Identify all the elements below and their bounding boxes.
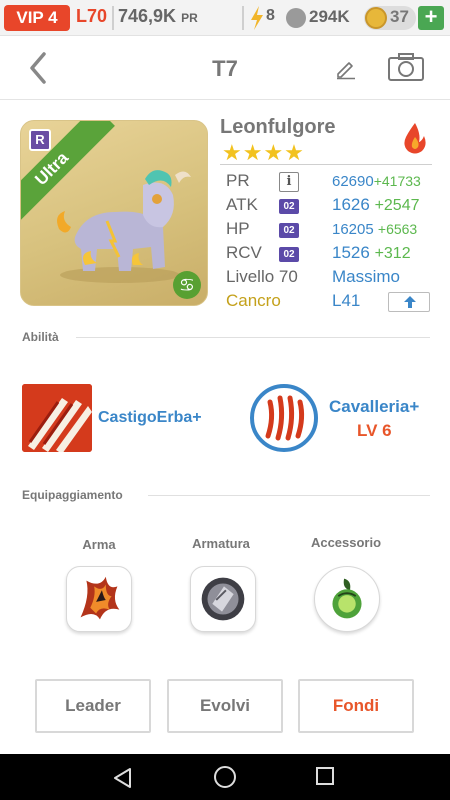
add-coins-button[interactable]: +	[418, 6, 444, 30]
accessory-slot[interactable]	[314, 566, 380, 632]
weapon-icon	[80, 576, 120, 620]
scratch-icon	[265, 395, 305, 441]
divider	[112, 6, 114, 30]
page-title: T7	[212, 56, 238, 81]
equip-label-weapon: Arma	[82, 537, 116, 552]
stat-badge: 02	[279, 199, 299, 214]
stat-label: HP	[226, 219, 250, 238]
player-level: L70	[76, 6, 108, 26]
skill-cavalleria-icon[interactable]	[250, 384, 318, 452]
food-icon	[286, 8, 306, 28]
info-icon[interactable]: i	[279, 172, 299, 192]
level-row: Livello 70 Massimo	[226, 267, 436, 291]
league-value: L41	[332, 291, 361, 310]
monster-image	[57, 170, 191, 283]
vip-badge[interactable]: VIP 4	[4, 5, 70, 31]
top-status-bar: VIP 4 L70 746,9K PR 8 294K 37 +	[0, 0, 450, 36]
nav-home-icon[interactable]	[214, 766, 236, 788]
stat-badge: 02	[279, 223, 299, 238]
stat-value: 1626 +2547	[332, 195, 420, 214]
equip-label-accessory: Accessorio	[310, 535, 382, 550]
skill-name[interactable]: Cavalleria+	[329, 397, 419, 417]
stat-row-rcv: RCV 02 1526 +312	[226, 243, 436, 267]
player-pr: 746,9K PR	[118, 6, 198, 26]
upgrade-arrow-icon	[404, 296, 416, 308]
fire-element-icon	[404, 123, 426, 154]
food-value: 294K	[309, 7, 350, 26]
armor-slot[interactable]	[190, 566, 256, 632]
claw-marks-icon	[22, 384, 92, 452]
zodiac-row: Cancro L41	[226, 291, 436, 315]
stat-badge: 02	[279, 247, 299, 262]
skill-castigo-erba-icon[interactable]	[22, 384, 92, 452]
divider	[220, 164, 432, 165]
weapon-slot[interactable]	[66, 566, 132, 632]
coin-value: 37	[390, 7, 409, 26]
accessory-icon	[332, 578, 362, 619]
nav-recent-icon[interactable]	[316, 767, 334, 785]
leader-button[interactable]: Leader	[35, 679, 151, 733]
edit-icon[interactable]	[334, 56, 358, 80]
divider	[148, 495, 430, 496]
monster-name: Leonfulgore	[220, 116, 336, 138]
section-label-equipment: Equipaggiamento	[22, 488, 123, 502]
stat-label: ATK	[226, 195, 258, 214]
upgrade-button[interactable]	[388, 292, 430, 312]
rarity-badge: R	[29, 129, 51, 151]
level-label: Livello 70	[226, 267, 298, 286]
stat-label: PR	[226, 171, 250, 190]
stat-value: 1526 +312	[332, 243, 411, 262]
divider	[242, 6, 244, 30]
camera-icon[interactable]	[387, 52, 425, 82]
skill-name[interactable]: CastigoErba+	[98, 409, 202, 427]
equip-label-armor: Armatura	[192, 536, 250, 551]
stat-row-atk: ATK 02 1626 +2547	[226, 195, 436, 219]
star-rating: ★★★★	[222, 140, 305, 165]
evolve-button[interactable]: Evolvi	[167, 679, 283, 733]
nav-back-icon[interactable]	[112, 767, 134, 789]
zodiac-cancer-icon: ♋	[173, 271, 201, 299]
coin-icon	[365, 7, 387, 29]
section-label-abilities: Abilità	[22, 330, 59, 344]
stat-row-pr: PR i 62690+41733	[226, 171, 436, 195]
armor-icon	[201, 577, 245, 621]
energy-value: 8	[266, 7, 275, 24]
energy-icon	[251, 6, 263, 30]
merge-button[interactable]: Fondi	[298, 679, 414, 733]
skill-level: LV 6	[357, 421, 392, 440]
stat-label: RCV	[226, 243, 262, 262]
divider	[76, 337, 430, 338]
stat-value: 62690+41733	[332, 173, 421, 190]
stat-row-hp: HP 02 16205 +6563	[226, 219, 436, 243]
level-status: Massimo	[332, 267, 401, 286]
zodiac-name: Cancro	[226, 291, 281, 310]
monster-portrait[interactable]: Ultra R ♋	[20, 120, 208, 306]
stat-value: 16205 +6563	[332, 221, 418, 238]
system-nav-bar	[0, 754, 450, 800]
page-header: T7	[0, 36, 450, 100]
